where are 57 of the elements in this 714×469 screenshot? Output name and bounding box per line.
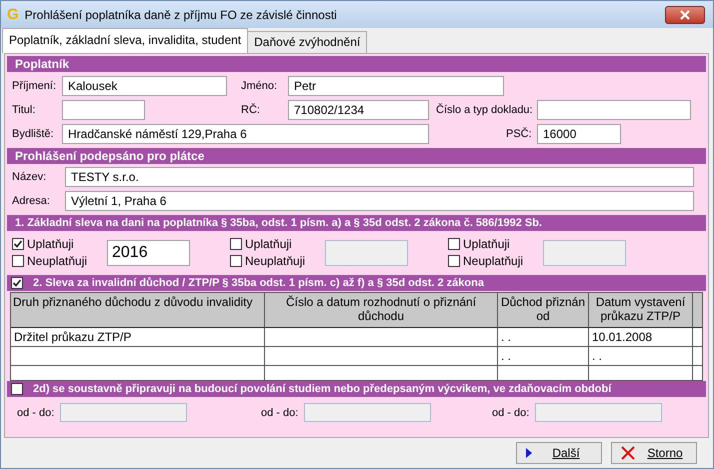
- section-header: 2. Sleva za invalidní důchod / ZTP/P § 35ba odst. 1 písm. c) až f) a § 35d odst. 2 zákona: [33, 276, 484, 291]
- section-header: Prohlášení podepsáno pro plátce: [7, 148, 706, 164]
- section-header: 1. Základní sleva na dani na poplatníka § 35ba, odst. 1 písm. a) a § 35d odst. 2 zákona č. 586/1992 Sb.: [7, 215, 706, 231]
- column-header: [693, 293, 702, 328]
- input-field[interactable]: Petr: [288, 76, 504, 96]
- field-label: Adresa:: [11, 195, 51, 207]
- field-label: od - do:: [491, 406, 530, 418]
- field-label: Číslo a typ dokladu:: [435, 104, 534, 116]
- column-header: Datum vystavení průkazu ZTP/P: [589, 293, 693, 328]
- checkbox[interactable]: Neuplatňuji: [448, 254, 543, 268]
- input-field[interactable]: Výletní 1, Praha 6: [65, 191, 694, 211]
- table-cell: 10.01.2008: [589, 328, 693, 347]
- year-field[interactable]: 2016: [107, 240, 190, 266]
- input-field[interactable]: TESTY s.r.o.: [65, 167, 694, 187]
- field-label: RČ:: [240, 104, 261, 116]
- section-header: Poplatník: [7, 56, 706, 72]
- column-header: Číslo a datum rozhodnutí o přiznání důchodu: [265, 293, 498, 328]
- input-field[interactable]: Hradčanské náměstí 129,Praha 6: [62, 124, 429, 144]
- input-field[interactable]: Kalousek: [62, 76, 227, 96]
- input-field[interactable]: [62, 100, 145, 120]
- section-header: 2d) se soustavně připravuji na budoucí povolání studiem nebo předepsaným výcvikem, ve zdaňovacím období: [33, 382, 612, 397]
- table-cell: . .: [589, 347, 693, 366]
- cancel-button[interactable]: Storno: [611, 442, 697, 464]
- table-cell: . .: [498, 328, 589, 347]
- next-button[interactable]: Další: [516, 442, 602, 464]
- input-field[interactable]: 710802/1234: [288, 100, 429, 120]
- play-icon: [525, 447, 533, 459]
- check-icon: [13, 239, 23, 249]
- input-field[interactable]: [537, 100, 691, 120]
- checkbox[interactable]: Neuplatňuji: [230, 254, 325, 268]
- column-header: Druh přiznaného důchodu z důvodu invalidity: [11, 293, 265, 328]
- field-label: od - do:: [260, 406, 298, 418]
- checkbox[interactable]: Uplatňuji: [448, 237, 543, 251]
- tab[interactable]: Daňové zvýhodnění: [247, 31, 368, 53]
- field-label: PSČ:: [505, 128, 533, 140]
- checkbox[interactable]: Neuplatňuji: [12, 254, 107, 268]
- close-button[interactable]: [665, 6, 705, 24]
- field-label: Příjmení:: [11, 80, 58, 92]
- checkbox[interactable]: Uplatňuji: [230, 237, 325, 251]
- input-field[interactable]: 16000: [537, 124, 621, 144]
- field-label: Titul:: [11, 104, 36, 116]
- table-cell: . .: [498, 347, 589, 366]
- field-label: Název:: [11, 171, 48, 183]
- checkbox[interactable]: Uplatňuji: [12, 237, 107, 251]
- checkbox[interactable]: [11, 383, 23, 395]
- app-logo: G: [7, 6, 19, 23]
- close-icon: [620, 446, 636, 460]
- field-label: od - do:: [16, 406, 54, 418]
- tab[interactable]: Poplatník, základní sleva, invalidita, student: [2, 28, 248, 53]
- field-label: Jméno:: [240, 80, 278, 92]
- window-title: Prohlášení poplatníka daně z příjmu FO ze závislé činnosti: [24, 8, 338, 22]
- close-icon: [679, 10, 691, 20]
- table-cell: Držitel průkazu ZTP/P: [11, 328, 265, 347]
- checkbox[interactable]: [11, 277, 23, 289]
- check-icon: [12, 278, 22, 288]
- column-header: Důchod přiznán od: [498, 293, 589, 328]
- field-label: Bydliště:: [11, 128, 55, 140]
